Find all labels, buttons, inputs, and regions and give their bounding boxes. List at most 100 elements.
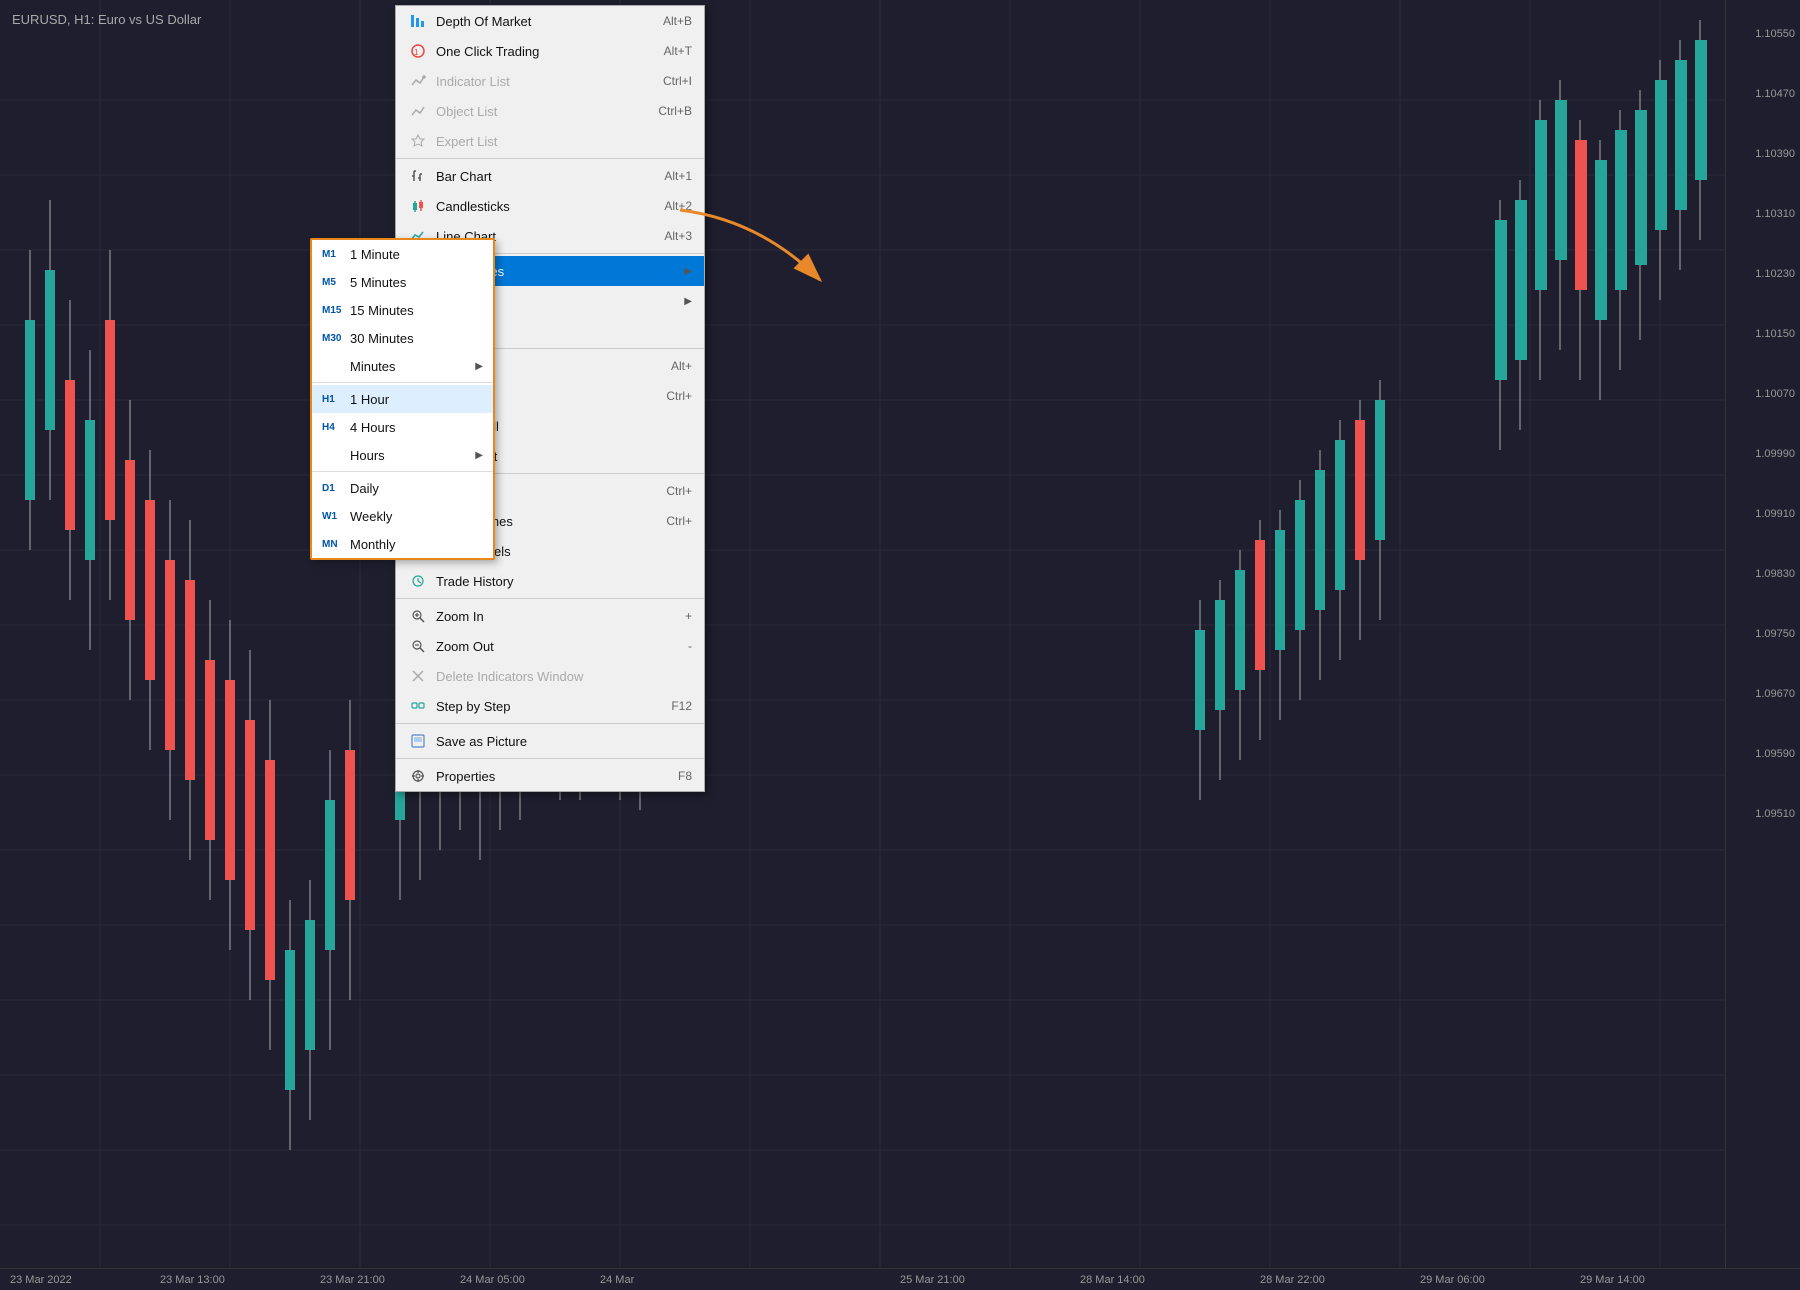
- menu-shortcut-properties: F8: [678, 769, 692, 783]
- submenu-item-m15[interactable]: M15 15 Minutes: [312, 296, 493, 324]
- menu-item-object-list: Object List Ctrl+B: [396, 96, 704, 126]
- price-label-10: 1.09830: [1755, 568, 1795, 580]
- menu-label-delete-indicators: Delete Indicators Window: [436, 669, 692, 684]
- trade-history-icon: [408, 571, 428, 591]
- tf-label-minutes: Minutes: [350, 359, 475, 374]
- menu-label-trade-history: Trade History: [436, 574, 692, 589]
- save-as-picture-icon: [408, 731, 428, 751]
- menu-label-candlesticks: Candlesticks: [436, 199, 654, 214]
- time-label-1: 23 Mar 2022: [10, 1274, 72, 1286]
- price-label-1: 1.10550: [1755, 28, 1795, 40]
- price-label-2: 1.10470: [1755, 88, 1795, 100]
- submenu-separator-2: [312, 471, 493, 472]
- submenu-separator-1: [312, 382, 493, 383]
- time-label-8: 28 Mar 22:00: [1260, 1274, 1325, 1286]
- submenu-item-minutes[interactable]: Minutes ▶: [312, 352, 493, 380]
- menu-item-indicator-list: Indicator List Ctrl+I: [396, 66, 704, 96]
- menu-shortcut-volumes: Ctrl+: [666, 484, 692, 498]
- price-label-4: 1.10310: [1755, 208, 1795, 220]
- menu-shortcut-bar-chart: Alt+1: [664, 169, 692, 183]
- tf-badge-m15: M15: [322, 305, 350, 316]
- menu-item-trade-history[interactable]: Trade History: [396, 566, 704, 596]
- submenu-item-m30[interactable]: M30 30 Minutes: [312, 324, 493, 352]
- tf-badge-d1: D1: [322, 483, 350, 494]
- time-label-6: 25 Mar 21:00: [900, 1274, 965, 1286]
- tf-label-mn: Monthly: [350, 537, 483, 552]
- tf-label-m5: 5 Minutes: [350, 275, 483, 290]
- submenu-item-hours[interactable]: Hours ▶: [312, 441, 493, 469]
- menu-label-zoom-out: Zoom Out: [436, 639, 678, 654]
- tf-badge-m30: M30: [322, 333, 350, 344]
- menu-label-bar-chart: Bar Chart: [436, 169, 654, 184]
- tf-badge-m5: M5: [322, 277, 350, 288]
- menu-item-bar-chart[interactable]: Bar Chart Alt+1: [396, 161, 704, 191]
- time-label-2: 23 Mar 13:00: [160, 1274, 225, 1286]
- menu-item-candlesticks[interactable]: Candlesticks Alt+2: [396, 191, 704, 221]
- price-label-3: 1.10390: [1755, 148, 1795, 160]
- menu-shortcut-object-list: Ctrl+B: [658, 104, 692, 118]
- submenu-item-m1[interactable]: M1 1 Minute: [312, 240, 493, 268]
- menu-label-indicator-list: Indicator List: [436, 74, 653, 89]
- bar-chart-icon: [408, 166, 428, 186]
- separator-6: [396, 723, 704, 724]
- time-label-9: 29 Mar 06:00: [1420, 1274, 1485, 1286]
- tf-badge-m1: M1: [322, 249, 350, 260]
- menu-item-one-click-trading[interactable]: 1 One Click Trading Alt+T: [396, 36, 704, 66]
- menu-shortcut-grid: Ctrl+: [666, 389, 692, 403]
- tf-label-m15: 15 Minutes: [350, 303, 483, 318]
- tf-badge-w1: W1: [322, 511, 350, 522]
- submenu-item-w1[interactable]: W1 Weekly: [312, 502, 493, 530]
- menu-label-object-list: Object List: [436, 104, 648, 119]
- menu-label-save-as-picture: Save as Picture: [436, 734, 692, 749]
- tf-label-m1: 1 Minute: [350, 247, 483, 262]
- menu-label-one-click-trading: One Click Trading: [436, 44, 654, 59]
- chart-area: EURUSD, H1: Euro vs US Dollar: [0, 0, 1800, 1290]
- menu-item-save-as-picture[interactable]: Save as Picture: [396, 726, 704, 756]
- menu-label-expert-list: Expert List: [436, 134, 692, 149]
- tf-label-d1: Daily: [350, 481, 483, 496]
- submenu-item-d1[interactable]: D1 Daily: [312, 474, 493, 502]
- menu-item-step-by-step[interactable]: Step by Step F12: [396, 691, 704, 721]
- candlesticks-icon: [408, 196, 428, 216]
- price-label-11: 1.09750: [1755, 628, 1795, 640]
- price-label-8: 1.09990: [1755, 448, 1795, 460]
- time-label-7: 28 Mar 14:00: [1080, 1274, 1145, 1286]
- separator-5: [396, 598, 704, 599]
- submenu-item-m5[interactable]: M5 5 Minutes: [312, 268, 493, 296]
- time-label-5: 24 Mar: [600, 1274, 634, 1286]
- hours-arrow: ▶: [475, 450, 483, 461]
- submenu-item-h1[interactable]: H1 1 Hour: [312, 385, 493, 413]
- menu-label-depth-of-market: Depth Of Market: [436, 14, 653, 29]
- tf-label-m30: 30 Minutes: [350, 331, 483, 346]
- price-label-5: 1.10230: [1755, 268, 1795, 280]
- step-by-step-icon: [408, 696, 428, 716]
- menu-item-depth-of-market[interactable]: Depth Of Market Alt+B: [396, 6, 704, 36]
- tf-label-h1: 1 Hour: [350, 392, 483, 407]
- chart-title: EURUSD, H1: Euro vs US Dollar: [12, 12, 201, 27]
- menu-shortcut-zoom-in: +: [685, 609, 692, 623]
- price-label-13: 1.09590: [1755, 748, 1795, 760]
- menu-shortcut-candlesticks: Alt+2: [664, 199, 692, 213]
- price-label-14: 1.09510: [1755, 808, 1795, 820]
- minutes-arrow: ▶: [475, 361, 483, 372]
- menu-item-properties[interactable]: Properties F8: [396, 761, 704, 791]
- svg-text:1: 1: [414, 48, 419, 57]
- submenu-item-mn[interactable]: MN Monthly: [312, 530, 493, 558]
- menu-shortcut-one-click-trading: Alt+T: [664, 44, 692, 58]
- tf-badge-h4: H4: [322, 422, 350, 433]
- separator-7: [396, 758, 704, 759]
- submenu-item-h4[interactable]: H4 4 Hours: [312, 413, 493, 441]
- tf-badge-h1: H1: [322, 394, 350, 405]
- time-label-4: 24 Mar 05:00: [460, 1274, 525, 1286]
- menu-item-delete-indicators: Delete Indicators Window: [396, 661, 704, 691]
- price-axis: 1.10550 1.10470 1.10390 1.10310 1.10230 …: [1725, 0, 1800, 1290]
- menu-label-zoom-in: Zoom In: [436, 609, 675, 624]
- menu-shortcut-zoom-out: -: [688, 639, 692, 653]
- timeframes-arrow: ▶: [684, 266, 692, 277]
- menu-shortcut-tick-volumes: Ctrl+: [666, 514, 692, 528]
- menu-item-zoom-out[interactable]: Zoom Out -: [396, 631, 704, 661]
- menu-item-zoom-in[interactable]: Zoom In +: [396, 601, 704, 631]
- menu-label-step-by-step: Step by Step: [436, 699, 661, 714]
- templates-arrow: ▶: [684, 296, 692, 307]
- menu-shortcut-depth-of-market: Alt+B: [663, 14, 692, 28]
